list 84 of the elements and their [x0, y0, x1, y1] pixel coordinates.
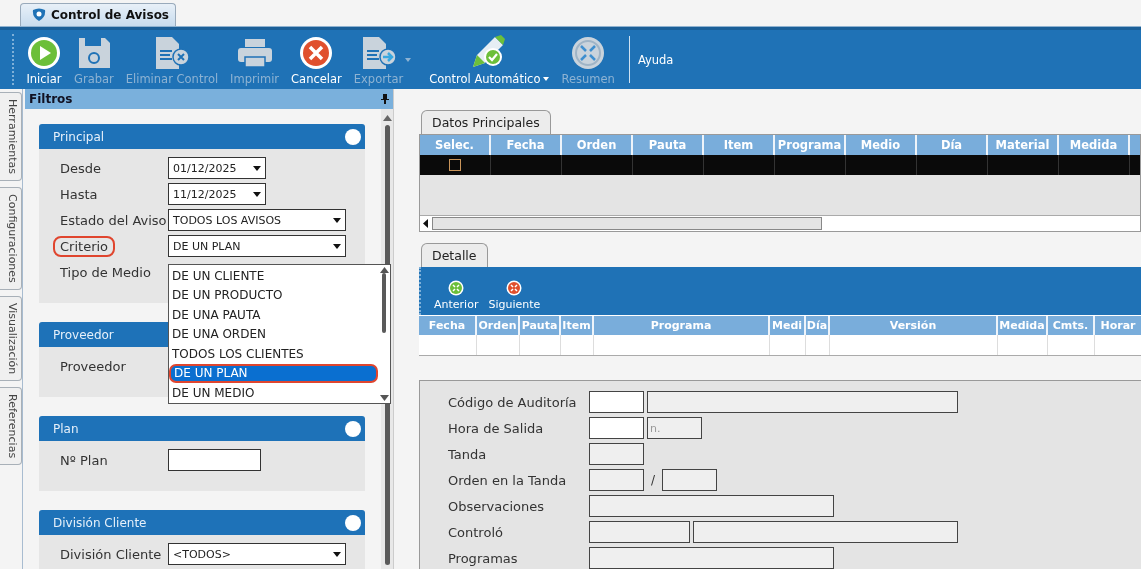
nav-button[interactable]: Anterior: [431, 279, 482, 311]
scrollbar-thumb[interactable]: [382, 273, 386, 333]
dropdown-option[interactable]: DE UN PRODUCTO: [169, 285, 378, 305]
date-value: 01/12/2025: [173, 161, 237, 175]
input-field[interactable]: [589, 391, 644, 413]
compress-icon: [570, 35, 607, 71]
dropdown-arrow-icon: [253, 191, 261, 197]
scroll-down-icon[interactable]: [379, 395, 389, 401]
play-icon: [26, 35, 62, 71]
field-label: Programas: [448, 550, 519, 566]
side-tab[interactable]: Visualización: [0, 295, 22, 381]
input-field[interactable]: [647, 391, 958, 413]
input-field[interactable]: [168, 449, 261, 471]
dropdown-option[interactable]: DE UNA PAUTA: [169, 305, 378, 325]
field-label: Tanda: [448, 446, 488, 462]
input-field[interactable]: n.: [647, 417, 702, 439]
dropdown-arrow-icon: [333, 243, 341, 249]
circle-arrows-icon: [448, 279, 465, 296]
toolbar-button[interactable]: Control Automático: [423, 30, 556, 89]
scroll-up-icon[interactable]: [379, 267, 389, 273]
side-tab[interactable]: Herramientas: [0, 92, 22, 181]
pin-icon[interactable]: [381, 94, 389, 104]
toolbar-button[interactable]: Iniciar: [20, 30, 68, 89]
field-label: División Cliente: [59, 545, 163, 564]
collapse-icon[interactable]: [345, 128, 361, 145]
dropdown-arrow-icon: [333, 217, 341, 223]
input-field[interactable]: [589, 495, 834, 517]
dropdown-arrow-icon: [253, 165, 261, 171]
combo-value: <TODOS>: [173, 547, 231, 561]
input-field[interactable]: [589, 547, 834, 569]
nav-button[interactable]: Siguiente: [485, 279, 544, 311]
section-title: Principal: [53, 129, 105, 144]
field-label: Orden en la Tanda: [448, 472, 568, 488]
checkbox[interactable]: [449, 159, 461, 171]
dropdown-option[interactable]: DE UNA ORDEN: [169, 324, 378, 344]
field-label: Hora de Salida: [448, 420, 545, 436]
date-field[interactable]: 11/12/2025: [168, 183, 266, 205]
field-label: Criterio: [53, 235, 116, 257]
toolbar-button[interactable]: Cancelar: [285, 30, 348, 89]
field-label: Controló: [448, 524, 504, 540]
input-field[interactable]: [589, 417, 644, 439]
date-field[interactable]: 01/12/2025: [168, 157, 266, 179]
scrollbar-thumb[interactable]: [432, 217, 822, 230]
dropdown-option[interactable]: DE UN MEDIO: [169, 383, 378, 403]
help-link[interactable]: Ayuda: [637, 52, 674, 67]
section-title: División Cliente: [53, 515, 147, 530]
collapse-icon[interactable]: [345, 420, 361, 437]
field-label: Observaciones: [448, 498, 545, 514]
dropdown-option[interactable]: DE UN CLIENTE: [169, 266, 378, 286]
panel-tab[interactable]: Detalle: [421, 243, 488, 267]
combo-box[interactable]: DE UN PLAN: [168, 235, 346, 257]
field-label: Hasta: [59, 185, 99, 204]
field-label: Código de Auditoría: [448, 394, 578, 410]
combo-value: TODOS LOS AVISOS: [173, 213, 282, 227]
collapse-icon[interactable]: [345, 514, 361, 531]
field-label: Desde: [59, 159, 103, 178]
field-label: Tipo de Medio: [59, 263, 152, 282]
dropdown-arrow-icon: [333, 551, 341, 557]
input-field[interactable]: [693, 521, 958, 543]
combo-box[interactable]: TODOS LOS AVISOS: [168, 209, 346, 231]
combo-value: DE UN PLAN: [173, 239, 241, 253]
separator-text: /: [650, 473, 657, 487]
side-tab[interactable]: Configuraciones: [0, 186, 22, 290]
circle-arrows-icon: [506, 279, 523, 296]
input-field[interactable]: [662, 469, 718, 491]
field-label: Estado del Aviso: [59, 211, 168, 230]
date-value: 11/12/2025: [173, 187, 237, 201]
input-field[interactable]: [589, 469, 644, 491]
field-label: Proveedor: [59, 357, 127, 376]
dropdown-option[interactable]: TODOS LOS CLIENTES: [169, 344, 378, 364]
document-tab[interactable]: Control de Avisos: [20, 3, 176, 26]
panel-tab[interactable]: Datos Principales: [421, 110, 551, 134]
section-title: Proveedor: [53, 327, 114, 342]
cancel-icon: [298, 35, 335, 71]
dropdown-option[interactable]: DE UN PLAN: [169, 363, 378, 383]
scroll-up-icon[interactable]: [382, 115, 392, 121]
field-label: Nº Plan: [59, 451, 109, 470]
section-title: Plan: [53, 421, 79, 436]
input-field[interactable]: [589, 443, 644, 465]
app-logo-icon: [31, 8, 47, 22]
input-field[interactable]: [589, 521, 690, 543]
panel-title: Filtros: [29, 92, 73, 106]
combo-box[interactable]: <TODOS>: [168, 543, 346, 565]
side-tab[interactable]: Referencias: [0, 387, 22, 466]
